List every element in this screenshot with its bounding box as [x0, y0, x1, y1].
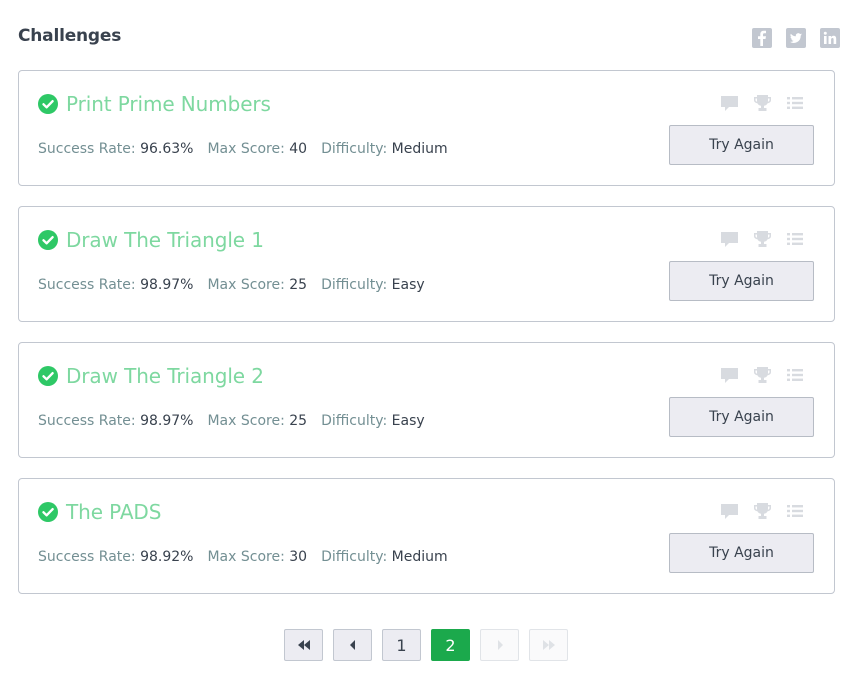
success-rate-value: 98.97% — [140, 277, 194, 293]
difficulty: Difficulty: Medium — [321, 549, 448, 565]
page-title: Challenges — [18, 26, 122, 46]
success-rate: Success Rate: 96.63% — [38, 141, 193, 157]
header: Challenges — [18, 26, 840, 50]
page-1-button[interactable]: 1 — [382, 629, 421, 661]
challenge-title[interactable]: The PADS — [66, 500, 161, 524]
check-circle-icon — [38, 366, 58, 386]
difficulty-label: Difficulty: — [321, 549, 388, 565]
try-again-button[interactable]: Try Again — [669, 533, 814, 573]
challenge-card: Draw The Triangle 1 Success Rate: 98.97%… — [18, 206, 835, 322]
trophy-icon[interactable] — [752, 229, 773, 249]
list-icon[interactable] — [785, 365, 806, 385]
challenge-title[interactable]: Print Prime Numbers — [66, 92, 271, 116]
twitter-icon[interactable] — [786, 28, 806, 48]
difficulty-value: Easy — [391, 277, 425, 293]
max-score-label: Max Score: — [207, 549, 285, 565]
try-again-button[interactable]: Try Again — [669, 397, 814, 437]
difficulty-label: Difficulty: — [321, 277, 388, 293]
success-rate-label: Success Rate: — [38, 277, 136, 293]
max-score-label: Max Score: — [207, 277, 285, 293]
first-page-button[interactable] — [284, 629, 323, 661]
challenge-card: Print Prime Numbers Success Rate: 96.63%… — [18, 70, 835, 186]
success-rate: Success Rate: 98.92% — [38, 549, 193, 565]
pagination: 1 2 — [284, 629, 568, 661]
max-score-label: Max Score: — [207, 413, 285, 429]
challenge-title[interactable]: Draw The Triangle 1 — [66, 228, 264, 252]
difficulty-label: Difficulty: — [321, 413, 388, 429]
challenge-title[interactable]: Draw The Triangle 2 — [66, 364, 264, 388]
challenge-stats: Success Rate: 98.97% Max Score: 25 Diffi… — [38, 413, 439, 429]
success-rate-label: Success Rate: — [38, 549, 136, 565]
difficulty-value: Easy — [391, 413, 425, 429]
discussion-icon[interactable] — [719, 365, 740, 385]
last-page-button[interactable] — [529, 629, 568, 661]
success-rate-value: 98.97% — [140, 413, 194, 429]
double-chevron-right-icon — [542, 640, 555, 650]
difficulty: Difficulty: Medium — [321, 141, 448, 157]
check-circle-icon — [38, 502, 58, 522]
trophy-icon[interactable] — [752, 501, 773, 521]
difficulty: Difficulty: Easy — [321, 413, 425, 429]
caret-right-icon — [497, 640, 503, 650]
challenge-title-row: Draw The Triangle 1 — [38, 227, 264, 253]
max-score-value: 25 — [289, 277, 308, 293]
discussion-icon[interactable] — [719, 501, 740, 521]
success-rate-label: Success Rate: — [38, 413, 136, 429]
try-again-button[interactable]: Try Again — [669, 261, 814, 301]
discussion-icon[interactable] — [719, 93, 740, 113]
success-rate-value: 98.92% — [140, 549, 194, 565]
challenge-title-row: Print Prime Numbers — [38, 91, 271, 117]
list-icon[interactable] — [785, 501, 806, 521]
difficulty-value: Medium — [391, 549, 448, 565]
success-rate: Success Rate: 98.97% — [38, 413, 193, 429]
check-circle-icon — [38, 230, 58, 250]
difficulty: Difficulty: Easy — [321, 277, 425, 293]
max-score-label: Max Score: — [207, 141, 285, 157]
trophy-icon[interactable] — [752, 365, 773, 385]
previous-page-button[interactable] — [333, 629, 372, 661]
challenge-title-row: Draw The Triangle 2 — [38, 363, 264, 389]
challenge-card: The PADS Success Rate: 98.92% Max Score:… — [18, 478, 835, 594]
max-score-value: 25 — [289, 413, 308, 429]
challenge-icons — [719, 93, 806, 113]
difficulty-value: Medium — [391, 141, 448, 157]
challenge-stats: Success Rate: 96.63% Max Score: 40 Diffi… — [38, 141, 462, 157]
success-rate-label: Success Rate: — [38, 141, 136, 157]
page-2-button[interactable]: 2 — [431, 629, 470, 661]
max-score-value: 40 — [289, 141, 308, 157]
max-score: Max Score: 25 — [207, 413, 307, 429]
max-score: Max Score: 30 — [207, 549, 307, 565]
challenge-icons — [719, 501, 806, 521]
list-icon[interactable] — [785, 93, 806, 113]
check-circle-icon — [38, 94, 58, 114]
challenge-stats: Success Rate: 98.97% Max Score: 25 Diffi… — [38, 277, 439, 293]
double-chevron-left-icon — [297, 640, 310, 650]
social-share-group — [752, 28, 840, 48]
challenge-icons — [719, 365, 806, 385]
challenge-icons — [719, 229, 806, 249]
difficulty-label: Difficulty: — [321, 141, 388, 157]
discussion-icon[interactable] — [719, 229, 740, 249]
list-icon[interactable] — [785, 229, 806, 249]
try-again-button[interactable]: Try Again — [669, 125, 814, 165]
max-score: Max Score: 25 — [207, 277, 307, 293]
facebook-icon[interactable] — [752, 28, 772, 48]
max-score: Max Score: 40 — [207, 141, 307, 157]
linkedin-icon[interactable] — [820, 28, 840, 48]
challenge-card: Draw The Triangle 2 Success Rate: 98.97%… — [18, 342, 835, 458]
caret-left-icon — [349, 640, 355, 650]
challenge-stats: Success Rate: 98.92% Max Score: 30 Diffi… — [38, 549, 462, 565]
next-page-button[interactable] — [480, 629, 519, 661]
max-score-value: 30 — [289, 549, 308, 565]
trophy-icon[interactable] — [752, 93, 773, 113]
success-rate: Success Rate: 98.97% — [38, 277, 193, 293]
challenge-title-row: The PADS — [38, 499, 161, 525]
success-rate-value: 96.63% — [140, 141, 194, 157]
